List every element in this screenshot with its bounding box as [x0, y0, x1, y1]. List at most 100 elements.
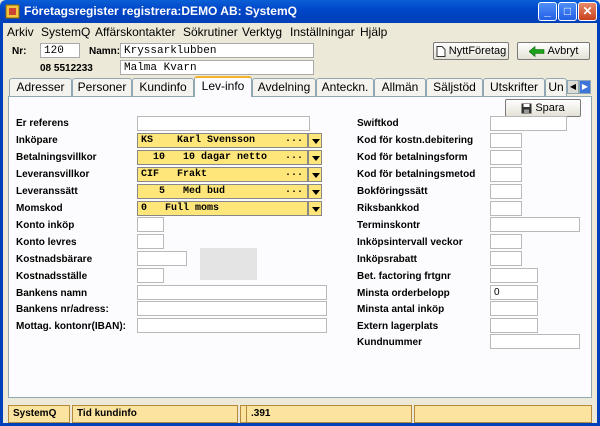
tab-kundinfo[interactable]: Kundinfo — [132, 78, 194, 96]
swiftkod-label: Swiftkod — [357, 118, 399, 129]
kod-betform-label: Kod för betalningsform — [357, 152, 468, 163]
betalningsvillkor-value: 10 dagar netto — [183, 152, 268, 163]
tab-personer[interactable]: Personer — [72, 78, 132, 96]
new-company-label: NyttFöretag — [448, 45, 507, 57]
maximize-button[interactable]: □ — [558, 2, 577, 21]
kundnummer-field[interactable] — [490, 334, 580, 349]
riksbankkod-field[interactable] — [490, 201, 522, 216]
inkopare-code: KS — [141, 135, 154, 146]
minsta-orderbelopp-field[interactable]: 0 — [490, 285, 538, 300]
extern-lagerplats-field[interactable] — [490, 318, 538, 333]
inkopsintervall-field[interactable] — [490, 234, 522, 249]
tab-allman[interactable]: Allmän — [374, 78, 426, 96]
leveransvillkor-combo[interactable]: CIF Frakt... — [137, 167, 308, 182]
leveranssatt-label: Leveranssätt — [16, 186, 78, 197]
leveransvillkor-dots: ... — [284, 168, 303, 179]
save-button[interactable]: Spara — [505, 99, 581, 117]
swiftkod-field[interactable] — [490, 116, 567, 131]
bankens-namn-label: Bankens namn — [16, 288, 88, 299]
menu-sokrutiner[interactable]: Sökrutiner — [183, 25, 238, 39]
leveranssatt-value: Med bud — [183, 186, 226, 197]
momskod-combo[interactable]: 0 Full moms — [137, 201, 308, 216]
betalningsvillkor-code: 10 — [153, 152, 166, 163]
nr-field[interactable]: 120 — [40, 43, 80, 58]
tab-scroll-right-icon[interactable]: ▶ — [579, 80, 591, 94]
bankens-nr-label: Bankens nr/adress: — [16, 304, 109, 315]
status-section: Tid kundinfo — [72, 405, 238, 423]
inkopare-label: Inköpare — [16, 135, 58, 146]
konto-levres-field[interactable] — [137, 234, 164, 249]
kod-betform-field[interactable] — [490, 150, 522, 165]
menu-affarskontakter[interactable]: Affärskontakter — [95, 25, 175, 39]
new-company-button[interactable]: NyttFöretag — [433, 42, 509, 60]
leveransvillkor-dropdown-icon[interactable] — [308, 167, 322, 182]
kostnadsstalle-field[interactable] — [137, 268, 164, 283]
tab-lev-info[interactable]: Lev-info — [194, 76, 252, 97]
window-title: Företagsregister registrera:DEMO AB: Sys… — [24, 4, 297, 18]
minsta-antal-field[interactable] — [490, 301, 538, 316]
bankens-namn-field[interactable] — [137, 285, 327, 300]
menu-arkiv[interactable]: Arkiv — [7, 25, 34, 39]
kod-betmetod-field[interactable] — [490, 167, 522, 182]
menu-systemq[interactable]: SystemQ — [41, 25, 90, 39]
tab-utskrifter[interactable]: Utskrifter — [483, 78, 545, 96]
cancel-button[interactable]: Avbryt — [517, 42, 590, 60]
tab-adresser[interactable]: Adresser — [9, 78, 72, 96]
konto-inkop-label: Konto inköp — [16, 220, 75, 231]
leveranssatt-dropdown-icon[interactable] — [308, 184, 322, 199]
er-referens-field[interactable] — [137, 116, 310, 131]
mottag-kontonr-field[interactable] — [137, 318, 327, 333]
tab-anteckn[interactable]: Anteckn. — [316, 78, 374, 96]
betalningsvillkor-combo[interactable]: 10 10 dagar netto... — [137, 150, 308, 165]
momskod-dropdown-icon[interactable] — [308, 201, 322, 216]
menu-installningar[interactable]: Inställningar — [290, 25, 355, 39]
terminskontr-field[interactable] — [490, 217, 580, 232]
bet-factoring-label: Bet. factoring frtgnr — [357, 271, 451, 282]
betalningsvillkor-dropdown-icon[interactable] — [308, 150, 322, 165]
arrow-left-icon — [528, 45, 544, 57]
mottag-kontonr-label: Mottag. kontonr(IBAN): — [16, 321, 126, 332]
close-button[interactable]: ✕ — [578, 2, 597, 21]
kod-kostn-field[interactable] — [490, 133, 522, 148]
inkopsintervall-label: Inköpsintervall veckor — [357, 237, 463, 248]
status-app: SystemQ — [8, 405, 70, 423]
cancel-label: Avbryt — [547, 45, 579, 57]
betalningsvillkor-dots: ... — [284, 151, 303, 162]
status-version: .391 — [246, 405, 412, 423]
bokforingssatt-label: Bokföringssätt — [357, 186, 428, 197]
phone-text: 08 5512233 — [40, 63, 93, 74]
tab-scroll-left-icon[interactable]: ◀ — [567, 80, 579, 94]
app-icon — [5, 4, 20, 19]
momskod-code: 0 — [141, 203, 148, 214]
inkopare-dropdown-icon[interactable] — [308, 133, 322, 148]
minimize-button[interactable]: _ — [538, 2, 557, 21]
leveranssatt-dots: ... — [284, 185, 303, 196]
leveransvillkor-label: Leveransvillkor — [16, 169, 90, 180]
inkopare-combo[interactable]: KS Karl Svensson... — [137, 133, 308, 148]
tab-saljstod[interactable]: Säljstöd — [426, 78, 483, 96]
bet-factoring-field[interactable] — [490, 268, 538, 283]
tab-truncated[interactable]: Un — [545, 78, 567, 96]
minsta-orderbelopp-label: Minsta orderbelopp — [357, 288, 450, 299]
leveransvillkor-code: CIF — [141, 169, 160, 180]
tab-avdelning[interactable]: Avdelning — [252, 78, 316, 96]
terminskontr-label: Terminskontr — [357, 220, 421, 231]
address-field[interactable]: Malma Kvarn — [120, 60, 314, 75]
momskod-value: Full moms — [165, 203, 220, 214]
inkopsrabatt-field[interactable] — [490, 251, 522, 266]
inkopsrabatt-label: Inköpsrabatt — [357, 254, 418, 265]
menu-verktyg[interactable]: Verktyg — [242, 25, 282, 39]
title-bar[interactable]: Företagsregister registrera:DEMO AB: Sys… — [0, 0, 600, 23]
menu-hjalp[interactable]: Hjälp — [360, 25, 387, 39]
leveranssatt-code: 5 — [159, 186, 166, 197]
new-document-icon — [436, 45, 446, 57]
konto-inkop-field[interactable] — [137, 217, 164, 232]
bokforingssatt-field[interactable] — [490, 184, 522, 199]
leveranssatt-combo[interactable]: 5 Med bud... — [137, 184, 308, 199]
save-label: Spara — [535, 102, 565, 114]
grey-placeholder-box — [200, 248, 257, 280]
namn-field[interactable]: Kryssarklubben — [120, 43, 314, 58]
bankens-nr-field[interactable] — [137, 301, 327, 316]
riksbankkod-label: Riksbankkod — [357, 203, 420, 214]
kostnadsbarare-field[interactable] — [137, 251, 187, 266]
